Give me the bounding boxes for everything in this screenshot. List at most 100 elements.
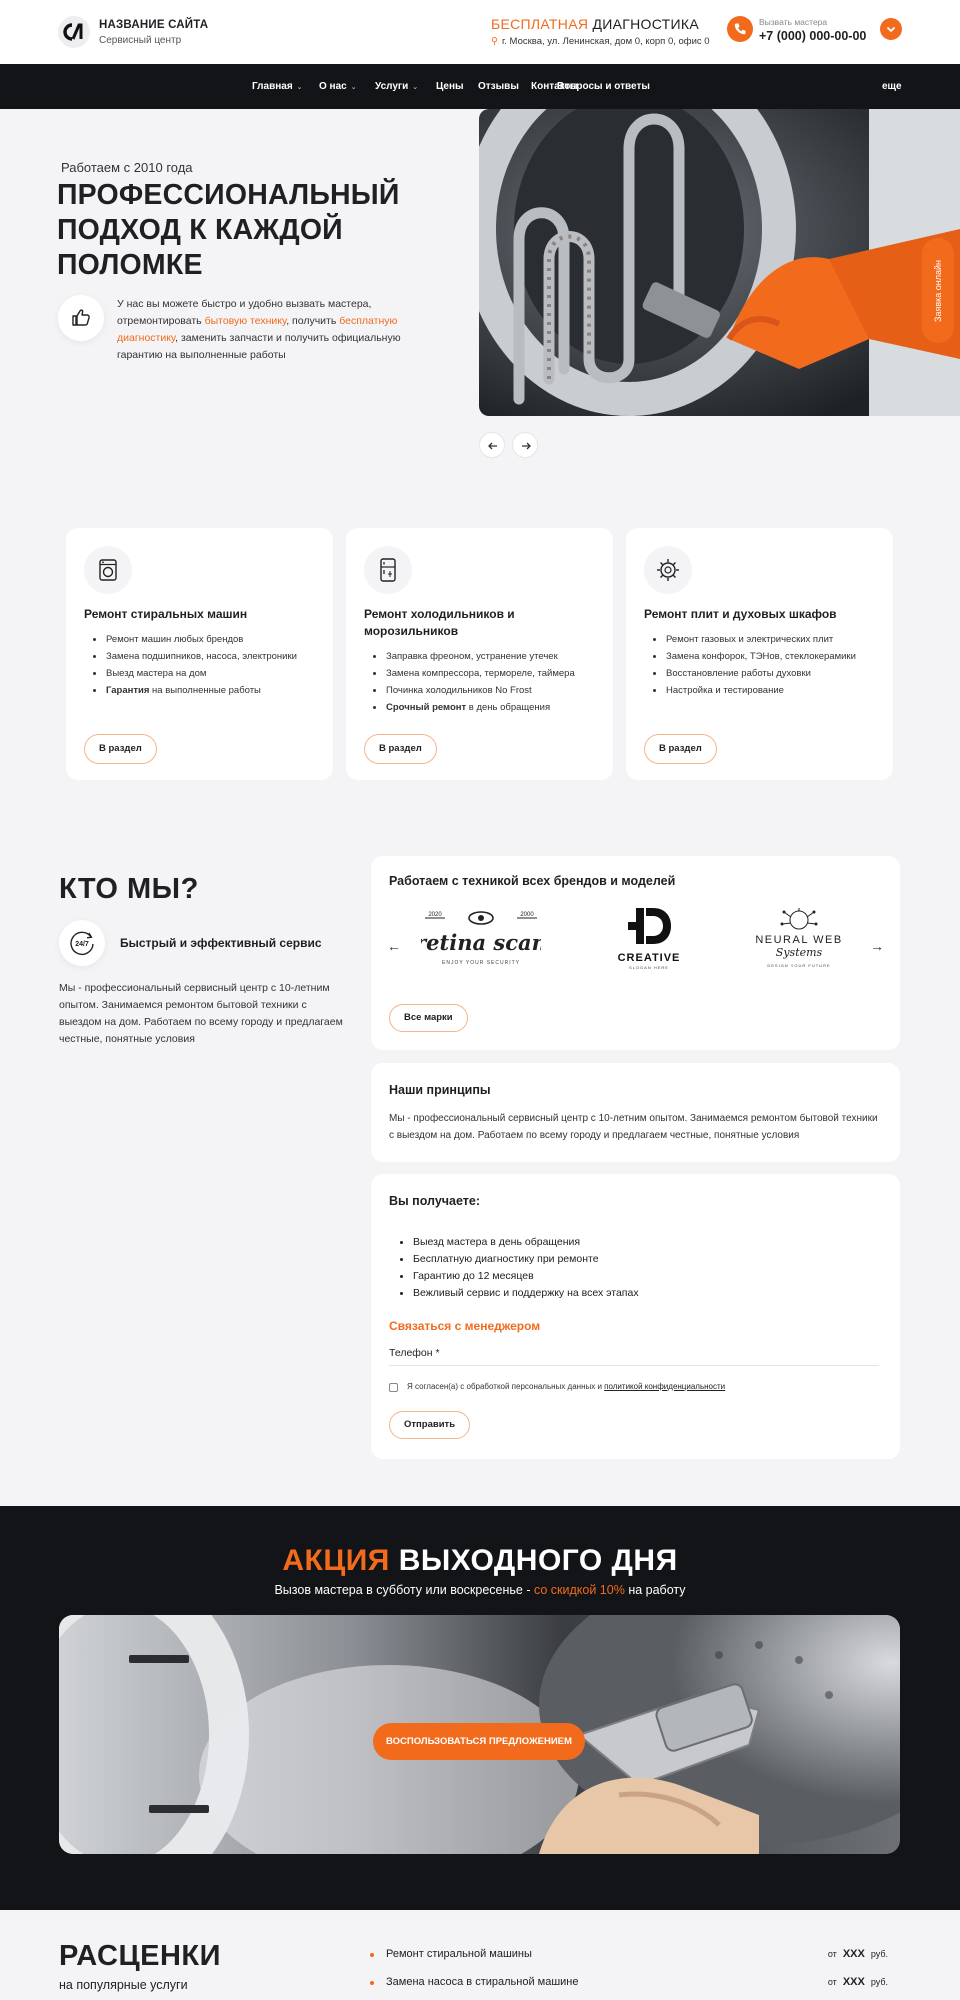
badge-24-7-text: 24/7 xyxy=(75,941,89,948)
submit-button[interactable]: Отправить xyxy=(389,1411,471,1439)
slider-next-arrow-icon[interactable] xyxy=(512,432,538,458)
appliances-link[interactable]: бытовую технику xyxy=(205,315,287,327)
brand-logo-neural-web[interactable]: NEURAL WEB Systems DESIGN YOUR FUTURE xyxy=(744,908,854,974)
brand-number: 2000 xyxy=(520,912,534,918)
promo-title-rest: ВЫХОДНОГО ДНЯ xyxy=(389,1544,678,1577)
list-item: Ремонт машин любых брендов xyxy=(84,631,324,648)
nav-item-label: О нас xyxy=(319,81,347,92)
list-item: Выезд мастера на дом xyxy=(84,665,324,682)
service-card-list: Ремонт газовых и электрических плит Заме… xyxy=(644,631,884,699)
promo-subtitle: Вызов мастера в субботу или воскресенье … xyxy=(0,1583,960,1597)
promo-sub-text: Вызов мастера в субботу или воскресенье … xyxy=(274,1583,534,1597)
chevron-down-icon[interactable] xyxy=(880,18,902,40)
site-logo-icon[interactable] xyxy=(58,16,90,48)
price-service-name: Замена насоса в стиральной машине xyxy=(386,1976,579,1988)
site-header: НАЗВАНИЕ САЙТА Сервисный центр БЕСПЛАТНА… xyxy=(0,0,960,64)
list-item-rest: на выполненные работы xyxy=(149,685,261,696)
privacy-policy-link[interactable]: политикой конфиденциальности xyxy=(604,1382,725,1391)
price-service-name: Ремонт стиральной машины xyxy=(386,1948,532,1960)
consent-checkbox[interactable] xyxy=(389,1383,398,1392)
price-amount: XXX xyxy=(842,1976,865,1988)
nav-item-faq[interactable]: Вопросы и ответы xyxy=(557,81,650,92)
benefits-list: Выезд мастера в день обращения Бесплатну… xyxy=(389,1234,639,1302)
list-item: Восстановление работы духовки xyxy=(644,665,884,682)
price-unit: руб. xyxy=(870,1949,888,1959)
list-item: Гарантию до 12 месяцев xyxy=(389,1268,639,1285)
phone-field[interactable] xyxy=(389,1365,879,1366)
service-card-title: Ремонт стиральных машин xyxy=(84,607,248,621)
service-card-title: Ремонт холодильников и морозильников xyxy=(364,607,515,638)
fridge-icon xyxy=(364,546,412,594)
all-brands-button[interactable]: Все марки xyxy=(389,1004,468,1032)
brand-script: Systems xyxy=(776,946,823,959)
principles-title: Наши принципы xyxy=(389,1083,491,1097)
price-amount: XXX xyxy=(842,1948,865,1960)
stove-icon xyxy=(644,546,692,594)
slider-prev-arrow-icon[interactable] xyxy=(479,432,505,458)
brands-title: Работаем с техникой всех брендов и модел… xyxy=(389,874,676,888)
bullet-icon xyxy=(370,1981,374,1985)
phone-number[interactable]: +7 (000) 000-00-00 xyxy=(759,29,866,43)
use-offer-button[interactable]: ВОСПОЛЬЗОВАТЬСЯ ПРЕДЛОЖЕНИЕМ xyxy=(373,1723,585,1760)
brand-tagline: SLOGAN HERE xyxy=(629,965,669,970)
about-description: Мы - профессиональный сервисный центр с … xyxy=(59,982,343,1045)
brand-logo-retina-scan[interactable]: 2020 2000 retina scan ENJOY YOUR SECURIT… xyxy=(421,908,541,974)
brand-logo-creative[interactable]: CREATIVE SLOGAN HERE xyxy=(599,908,699,974)
nav-item-services[interactable]: Услуги ⌄ xyxy=(375,81,418,92)
hero-image xyxy=(479,109,960,416)
list-item: Настройка и тестирование xyxy=(644,682,884,699)
nav-item-reviews[interactable]: Отзывы xyxy=(478,81,519,92)
about-subtitle: Быстрый и эффективный сервис xyxy=(120,936,322,950)
brand-tagline: DESIGN YOUR FUTURE xyxy=(767,963,830,968)
prices-title: РАСЦЕНКИ xyxy=(59,1940,221,1972)
brand-tagline: ENJOY YOUR SECURITY xyxy=(442,960,520,966)
list-item: Выезд мастера в день обращения xyxy=(389,1234,639,1251)
hero-desc-text: , получить xyxy=(286,315,340,327)
nav-item-label: Главная xyxy=(252,81,293,92)
brands-prev-arrow-icon[interactable]: ← xyxy=(387,938,401,954)
principles-panel: Наши принципы Мы - профессиональный серв… xyxy=(371,1063,900,1162)
hero-description: У нас вы можете быстро и удобно вызвать … xyxy=(117,296,422,364)
nav-item-prices[interactable]: Цены xyxy=(436,81,464,92)
list-item-rest: в день обращения xyxy=(466,702,551,713)
service-card-list: Заправка фреоном, устранение утечек Заме… xyxy=(364,648,604,716)
list-item: Замена подшипников, насоса, электроники xyxy=(84,648,324,665)
section-button[interactable]: В раздел xyxy=(84,734,157,764)
phone-field-label: Телефон * xyxy=(389,1347,440,1359)
diagnostics-accent: БЕСПЛАТНАЯ xyxy=(491,16,589,32)
address: ⚲ г. Москва, ул. Ленинская, дом 0, корп 0… xyxy=(491,36,710,47)
promo-discount: со скидкой 10% xyxy=(533,1583,625,1597)
washing-machine-icon xyxy=(84,546,132,594)
brands-next-arrow-icon[interactable]: → xyxy=(870,938,884,954)
online-request-tab[interactable]: Заявка онлайн xyxy=(922,238,954,343)
nav-item-home[interactable]: Главная ⌄ xyxy=(252,81,303,92)
prices-subtitle: на популярные услуги xyxy=(59,1978,188,1992)
list-item: Срочный ремонт в день обращения xyxy=(364,699,604,716)
site-name[interactable]: НАЗВАНИЕ САЙТА xyxy=(99,19,208,31)
section-button[interactable]: В раздел xyxy=(644,734,717,764)
price-from: от xyxy=(827,1977,837,1987)
benefits-title: Вы получаете: xyxy=(389,1194,481,1208)
promo-title: АКЦИЯ ВЫХОДНОГО ДНЯ xyxy=(0,1544,960,1578)
list-item: Ремонт газовых и электрических плит xyxy=(644,631,884,648)
service-card-washing: Ремонт стиральных машин Ремонт машин люб… xyxy=(66,528,333,780)
phone-icon[interactable] xyxy=(727,16,753,42)
nav-item-label: Услуги xyxy=(375,81,409,92)
clock-24-7-icon: 24/7 xyxy=(59,920,105,966)
list-item: Замена компрессора, термореле, таймера xyxy=(364,665,604,682)
diagnostics-rest: ДИАГНОСТИКА xyxy=(588,16,699,32)
list-item: Вежливый сервис и поддержку на всех этап… xyxy=(389,1285,639,1302)
nav-more[interactable]: еще xyxy=(882,81,902,92)
section-button[interactable]: В раздел xyxy=(364,734,437,764)
brands-panel: Работаем с техникой всех брендов и модел… xyxy=(371,856,900,1050)
list-item-bold: Срочный ремонт xyxy=(386,702,467,713)
list-item: Замена конфорок, ТЭНов, стеклокерамики xyxy=(644,648,884,665)
about-title: КТО МЫ? xyxy=(59,873,199,905)
nav-item-about[interactable]: О нас ⌄ xyxy=(319,81,357,92)
online-request-label: Заявка онлайн xyxy=(933,259,943,322)
chevron-down-icon: ⌄ xyxy=(412,84,419,91)
list-item: Починка холодильников No Frost xyxy=(364,682,604,699)
list-item-bold: Гарантия xyxy=(106,685,150,696)
consent-text: Я согласен(а) с обработкой персональных … xyxy=(407,1382,605,1391)
brand-name: CREATIVE xyxy=(618,952,681,964)
